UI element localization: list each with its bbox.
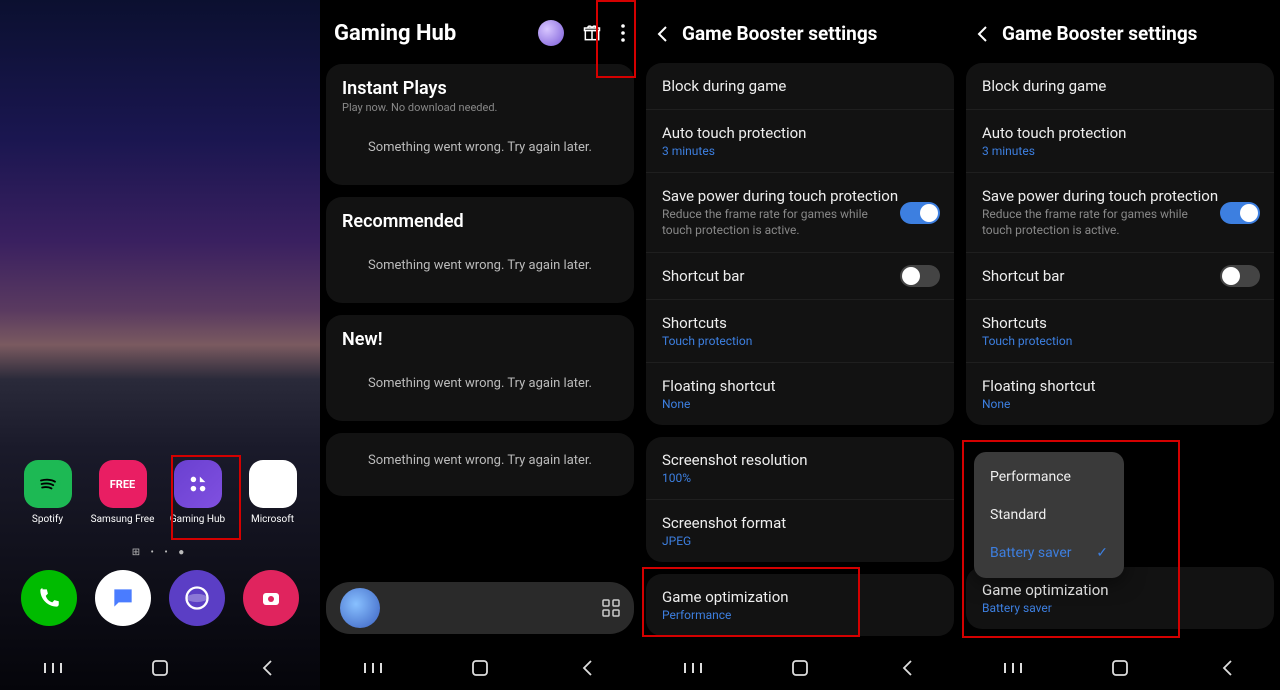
- popup-option-standard[interactable]: Standard: [974, 496, 1124, 534]
- popup-option-battery-saver[interactable]: Battery saver✓: [974, 534, 1124, 572]
- android-navbar: [0, 654, 320, 682]
- home-button[interactable]: [760, 654, 840, 682]
- floating-shortcut-row[interactable]: Floating shortcutNone: [966, 363, 1274, 425]
- instant-plays-section[interactable]: Instant Plays Play now. No download need…: [326, 64, 634, 185]
- back-icon[interactable]: [974, 25, 992, 43]
- page-title: Game Booster settings: [1002, 22, 1197, 45]
- save-power-toggle[interactable]: [900, 202, 940, 224]
- shortcut-bar-toggle[interactable]: [900, 265, 940, 287]
- floating-shortcut-row[interactable]: Floating shortcutNone: [646, 363, 954, 425]
- screenshot-format-row[interactable]: Screenshot formatJPEG: [646, 500, 954, 562]
- back-button[interactable]: [867, 654, 947, 682]
- home-button[interactable]: [120, 654, 200, 682]
- game-launcher-bar[interactable]: [326, 582, 634, 634]
- camera-app-icon[interactable]: [243, 570, 299, 626]
- game-optimization-row[interactable]: Game optimizationPerformance: [646, 574, 954, 636]
- back-button[interactable]: [547, 654, 627, 682]
- recommended-section[interactable]: Recommended Something went wrong. Try ag…: [326, 197, 634, 303]
- page-title: Game Booster settings: [682, 22, 877, 45]
- block-during-game-row[interactable]: Block during game: [966, 63, 1274, 110]
- shortcut-bar-row[interactable]: Shortcut bar: [966, 253, 1274, 300]
- app-label: Gaming Hub: [170, 514, 225, 525]
- profile-avatar[interactable]: [538, 20, 564, 46]
- save-power-toggle[interactable]: [1220, 202, 1260, 224]
- save-power-row[interactable]: Save power during touch protectionReduce…: [646, 173, 954, 253]
- section-title: New!: [342, 329, 618, 350]
- apps-grid-icon[interactable]: [602, 599, 620, 617]
- back-button[interactable]: [227, 654, 307, 682]
- phone-app-icon[interactable]: [21, 570, 77, 626]
- auto-touch-protection-row[interactable]: Auto touch protection3 minutes: [966, 110, 1274, 173]
- app-row: Spotify FREE Samsung Free Gaming Hub Mic…: [0, 460, 320, 525]
- gift-icon[interactable]: [582, 23, 602, 43]
- back-icon[interactable]: [654, 25, 672, 43]
- section-title: Recommended: [342, 211, 618, 232]
- android-navbar: [640, 654, 960, 682]
- more-icon[interactable]: [620, 23, 626, 43]
- error-message: Something went wrong. Try again later.: [342, 453, 618, 468]
- settings-group-2: Screenshot resolution100% Screenshot for…: [646, 437, 954, 562]
- error-message: Something went wrong. Try again later.: [342, 140, 618, 155]
- error-message: Something went wrong. Try again later.: [342, 258, 618, 273]
- shortcuts-row[interactable]: ShortcutsTouch protection: [646, 300, 954, 363]
- android-navbar: [320, 654, 640, 682]
- save-power-row[interactable]: Save power during touch protectionReduce…: [966, 173, 1274, 253]
- unnamed-section[interactable]: Something went wrong. Try again later.: [326, 433, 634, 496]
- shortcut-bar-toggle[interactable]: [1220, 265, 1260, 287]
- error-message: Something went wrong. Try again later.: [342, 376, 618, 391]
- shortcut-bar-row[interactable]: Shortcut bar: [646, 253, 954, 300]
- app-label: Microsoft: [251, 514, 294, 525]
- shortcuts-row[interactable]: ShortcutsTouch protection: [966, 300, 1274, 363]
- settings-header: Game Booster settings: [960, 0, 1280, 63]
- recents-button[interactable]: [13, 654, 93, 682]
- settings-group-3: Game optimizationPerformance: [646, 574, 954, 636]
- home-button[interactable]: [440, 654, 520, 682]
- recents-button[interactable]: [973, 654, 1053, 682]
- settings-group-1: Block during game Auto touch protection3…: [966, 63, 1274, 425]
- block-during-game-row[interactable]: Block during game: [646, 63, 954, 110]
- app-samsung-free[interactable]: FREE Samsung Free: [88, 460, 158, 525]
- app-label: Samsung Free: [91, 514, 155, 525]
- hub-title: Gaming Hub: [334, 21, 456, 46]
- home-button[interactable]: [1080, 654, 1160, 682]
- game-booster-settings-panel-1: Game Booster settings Block during game …: [640, 0, 960, 690]
- gaming-hub-panel: Gaming Hub Instant Plays Play now. No do…: [320, 0, 640, 690]
- dock: [0, 570, 320, 626]
- browser-app-icon[interactable]: [169, 570, 225, 626]
- back-button[interactable]: [1187, 654, 1267, 682]
- free-icon-text: FREE: [110, 478, 135, 491]
- app-spotify[interactable]: Spotify: [13, 460, 83, 525]
- app-label: Spotify: [32, 514, 63, 525]
- section-subtitle: Play now. No download needed.: [342, 101, 618, 114]
- gaming-hub-icon: [187, 473, 209, 495]
- new-section[interactable]: New! Something went wrong. Try again lat…: [326, 315, 634, 421]
- messages-app-icon[interactable]: [95, 570, 151, 626]
- recents-button[interactable]: [333, 654, 413, 682]
- auto-touch-protection-row[interactable]: Auto touch protection3 minutes: [646, 110, 954, 173]
- section-title: Instant Plays: [342, 78, 618, 99]
- popup-option-performance[interactable]: Performance: [974, 458, 1124, 496]
- check-icon: ✓: [1096, 545, 1108, 561]
- settings-header: Game Booster settings: [640, 0, 960, 63]
- game-booster-settings-panel-2: Game Booster settings Block during game …: [960, 0, 1280, 690]
- hub-header: Gaming Hub: [320, 0, 640, 64]
- app-microsoft[interactable]: Microsoft: [238, 460, 308, 525]
- spotify-icon: [34, 470, 62, 498]
- settings-group-1: Block during game Auto touch protection3…: [646, 63, 954, 425]
- game-thumbnail[interactable]: [340, 588, 380, 628]
- page-indicator[interactable]: ⊞ • • ●: [0, 547, 320, 558]
- screenshot-resolution-row[interactable]: Screenshot resolution100%: [646, 437, 954, 500]
- home-screen-panel: Spotify FREE Samsung Free Gaming Hub Mic…: [0, 0, 320, 690]
- app-gaming-hub[interactable]: Gaming Hub: [163, 460, 233, 525]
- recents-button[interactable]: [653, 654, 733, 682]
- game-optimization-popup: Performance Standard Battery saver✓: [974, 452, 1124, 578]
- android-navbar: [960, 654, 1280, 682]
